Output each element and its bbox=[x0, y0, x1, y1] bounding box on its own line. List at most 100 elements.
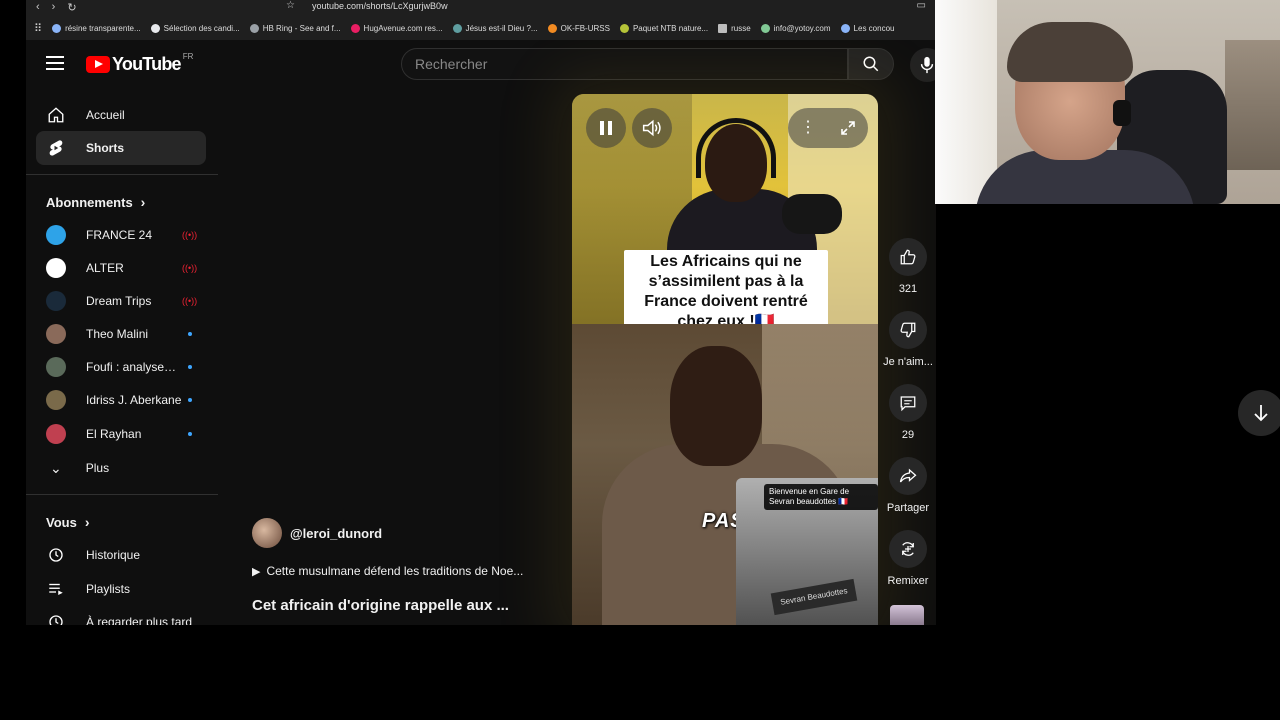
pause-button[interactable] bbox=[586, 108, 626, 148]
bookmark-2[interactable]: Sélection des candi... bbox=[150, 23, 240, 33]
bookmark-label: Paquet NTB nature... bbox=[632, 23, 709, 33]
youtube-logo[interactable]: YouTube FR bbox=[86, 52, 194, 75]
remix-button[interactable]: Remixer bbox=[878, 530, 936, 587]
sidebar-item-label: Playlists bbox=[86, 582, 131, 596]
next-short-button[interactable] bbox=[1238, 390, 1280, 436]
speaker-head bbox=[670, 346, 762, 466]
search-button[interactable] bbox=[848, 48, 894, 80]
sidebar-item-watch-later[interactable]: À regarder plus tard bbox=[36, 605, 206, 625]
channel-avatar[interactable] bbox=[252, 518, 282, 548]
bookmark-label: résine transparente... bbox=[65, 23, 141, 33]
bookmark-star-icon[interactable]: ☆ bbox=[286, 0, 295, 11]
avatar bbox=[46, 324, 66, 344]
volume-button[interactable] bbox=[632, 108, 672, 148]
new-content-dot bbox=[188, 398, 192, 402]
bookmark-6[interactable]: OK-FB-URSS bbox=[547, 23, 610, 33]
back-icon[interactable]: ‹ bbox=[36, 1, 40, 14]
bookmark-1[interactable]: résine transparente... bbox=[52, 23, 141, 33]
reload-icon[interactable]: ↻ bbox=[67, 1, 76, 14]
forward-icon[interactable]: › bbox=[52, 1, 56, 14]
region-code: FR bbox=[182, 52, 194, 61]
short-title[interactable]: Cet africain d'origine rappelle aux ... bbox=[252, 597, 509, 614]
channel-info[interactable]: @leroi_dunord bbox=[252, 518, 382, 548]
subscription-label: Dream Trips bbox=[86, 294, 152, 308]
subscription-dream-trips[interactable]: Dream Trips ((•)) bbox=[36, 285, 206, 317]
subscription-alter[interactable]: ALTER ((•)) bbox=[36, 252, 206, 284]
subscription-el-rayhan[interactable]: El Rayhan bbox=[36, 418, 206, 450]
bookmark-favicon-icon bbox=[52, 23, 62, 33]
bookmark-10[interactable]: Les concou bbox=[840, 23, 895, 33]
left-black-strip bbox=[0, 0, 26, 625]
inset-caption: Bienvenue en Gare de Sevran beaudottes 🇫… bbox=[764, 484, 878, 510]
new-content-dot bbox=[188, 432, 192, 436]
apps-grid-icon[interactable]: ⠿ bbox=[34, 22, 42, 35]
subscription-label: ALTER bbox=[86, 261, 124, 275]
you-heading[interactable]: Vous › bbox=[46, 514, 90, 530]
menu-icon[interactable] bbox=[46, 56, 64, 70]
subscription-label: Idriss J. Aberkane bbox=[86, 393, 182, 407]
sidebar-item-label: À regarder plus tard bbox=[86, 615, 193, 625]
bookmark-favicon-icon bbox=[760, 23, 770, 33]
bookmark-8[interactable]: russe bbox=[718, 23, 751, 33]
more-label: Plus bbox=[85, 461, 110, 475]
sidebar-item-label: Historique bbox=[86, 548, 141, 562]
subscription-theo-malini[interactable]: Theo Malini bbox=[36, 318, 206, 350]
subscription-france-24[interactable]: FRANCE 24 ((•)) bbox=[36, 219, 206, 251]
avatar bbox=[46, 424, 66, 444]
search-input[interactable] bbox=[402, 49, 847, 79]
bookmark-9[interactable]: info@yotoy.com bbox=[760, 23, 831, 33]
like-button[interactable]: 321 bbox=[878, 238, 936, 295]
channel-name[interactable]: @leroi_dunord bbox=[290, 526, 382, 541]
subscriptions-heading[interactable]: Abonnements › bbox=[46, 194, 145, 210]
related-video-title: Cette musulmane défend les traditions de… bbox=[266, 564, 524, 578]
sidebar: Accueil Shorts Abonnements › FRANCE 24 (… bbox=[26, 96, 218, 625]
sidebar-item-accueil[interactable]: Accueil bbox=[36, 98, 206, 132]
audio-source-thumbnail[interactable] bbox=[890, 605, 924, 625]
like-count: 321 bbox=[898, 283, 918, 295]
thumbs-up-icon bbox=[889, 238, 927, 276]
bookmark-5[interactable]: Jésus est-il Dieu ?... bbox=[452, 23, 538, 33]
avatar bbox=[46, 225, 66, 245]
youtube-app: YouTube FR Accueil Shorts Abonnements › … bbox=[26, 40, 936, 625]
bookmark-label: Les concou bbox=[853, 23, 895, 33]
voice-search-button[interactable] bbox=[910, 48, 936, 82]
bookmark-favicon-icon bbox=[619, 23, 629, 33]
bookmark-favicon-icon bbox=[150, 23, 160, 33]
bookmark-label: russe bbox=[731, 23, 751, 33]
station-sign: Sevran Beaudottes bbox=[770, 578, 858, 616]
short-video-player[interactable]: Les Africains qui ne s’assimilent pas à … bbox=[572, 94, 878, 625]
webcam-shelf bbox=[1225, 40, 1280, 170]
sidebar-item-playlists[interactable]: Playlists bbox=[36, 572, 206, 606]
volume-icon bbox=[642, 119, 661, 137]
bookmark-4[interactable]: HugAvenue.com res... bbox=[350, 23, 443, 33]
avatar bbox=[46, 258, 66, 278]
bookmark-3[interactable]: HB Ring - See and f... bbox=[249, 23, 341, 33]
sidebar-item-label: Accueil bbox=[86, 108, 125, 122]
sidebar-more-button[interactable]: ⌄ Plus bbox=[36, 452, 206, 484]
fullscreen-icon[interactable] bbox=[840, 120, 856, 136]
bookmark-7[interactable]: Paquet NTB nature... bbox=[619, 23, 709, 33]
bookmark-label: Sélection des candi... bbox=[163, 23, 240, 33]
webcam-overlay bbox=[935, 0, 1280, 204]
folder-icon bbox=[718, 23, 728, 33]
dislike-button[interactable]: Je n'aim... bbox=[878, 311, 936, 368]
subscription-idriss-aberkane[interactable]: Idriss J. Aberkane bbox=[36, 384, 206, 416]
thumbs-down-icon bbox=[889, 311, 927, 349]
subscription-foufi[interactable]: Foufi : analyses ... bbox=[36, 351, 206, 383]
related-video-link[interactable]: ▶ Cette musulmane défend les traditions … bbox=[252, 564, 523, 578]
more-options-icon[interactable]: ⋮ bbox=[800, 120, 816, 136]
headset-icon bbox=[1113, 100, 1131, 126]
comments-button[interactable]: 29 bbox=[878, 384, 936, 441]
player-options: ⋮ bbox=[788, 108, 868, 148]
address-url[interactable]: youtube.com/shorts/LcXgurjwB0w bbox=[312, 0, 448, 12]
subscriptions-title: Abonnements bbox=[46, 194, 133, 210]
subscription-label: Theo Malini bbox=[86, 327, 149, 341]
avatar bbox=[46, 291, 66, 311]
sidebar-item-shorts[interactable]: Shorts bbox=[36, 131, 206, 165]
sidebar-item-historique[interactable]: Historique bbox=[36, 538, 206, 572]
bookmark-label: info@yotoy.com bbox=[773, 23, 831, 33]
chevron-right-icon: › bbox=[140, 194, 146, 210]
share-button[interactable]: Partager bbox=[878, 457, 936, 514]
window-icon[interactable]: ▭ bbox=[917, 0, 926, 11]
live-icon: ((•)) bbox=[182, 230, 198, 240]
